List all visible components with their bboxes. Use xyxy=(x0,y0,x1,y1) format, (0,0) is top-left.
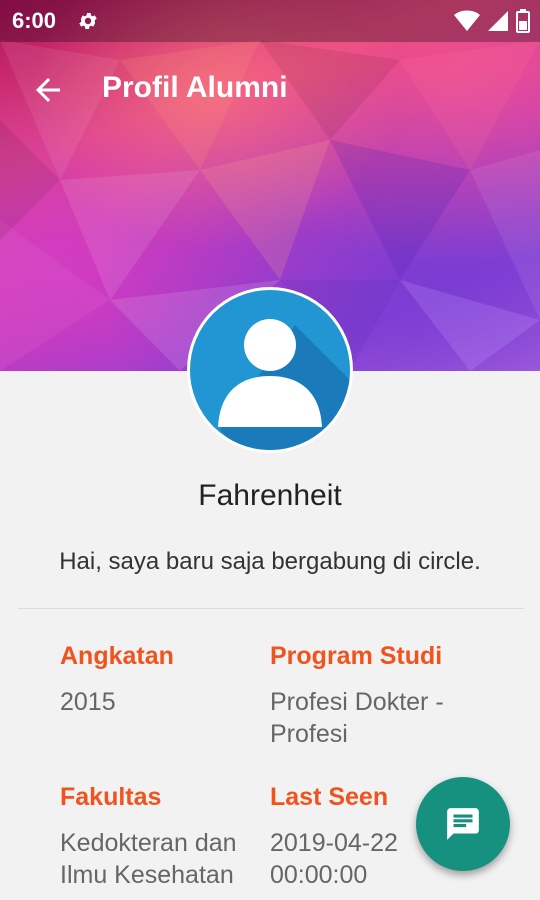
signal-icon xyxy=(488,11,508,31)
last-seen-label: Last Seen xyxy=(270,783,389,811)
chat-message-icon xyxy=(447,808,479,840)
battery-icon xyxy=(516,9,530,33)
arrow-back-icon[interactable] xyxy=(30,72,66,108)
status-time: 6:00 xyxy=(12,8,57,33)
fakultas-value-line2: Ilmu Kesehatan xyxy=(60,861,234,889)
avatar xyxy=(187,287,353,453)
wifi-icon xyxy=(454,10,480,31)
fakultas-label: Fakultas xyxy=(60,783,162,811)
last-seen-value: 2019-04-22 00:00:00 xyxy=(270,827,398,891)
last-seen-value-line2: 00:00:00 xyxy=(270,861,368,889)
status-bar: 6:00 xyxy=(0,0,540,42)
profile-name: Fahrenheit xyxy=(198,479,342,512)
message-fab-button[interactable] xyxy=(416,777,510,871)
fakultas-value: Kedokteran dan Ilmu Kesehatan xyxy=(60,827,237,891)
profile-bio: Hai, saya baru saja bergabung di circle. xyxy=(59,548,481,575)
person-icon xyxy=(190,290,350,450)
page-title: Profil Alumni xyxy=(102,71,288,104)
last-seen-value-line1: 2019-04-22 xyxy=(270,829,398,857)
program-studi-value-line1: Profesi Dokter - xyxy=(270,688,444,716)
divider xyxy=(18,608,524,609)
program-studi-label: Program Studi xyxy=(270,642,443,670)
angkatan-label: Angkatan xyxy=(60,642,174,670)
program-studi-value: Profesi Dokter - Profesi xyxy=(270,686,444,750)
angkatan-value: 2015 xyxy=(60,688,116,716)
gear-icon xyxy=(79,13,97,29)
program-studi-value-line2: Profesi xyxy=(270,720,348,748)
app-bar: Profil Alumni xyxy=(0,42,540,138)
fakultas-value-line1: Kedokteran dan xyxy=(60,829,237,857)
